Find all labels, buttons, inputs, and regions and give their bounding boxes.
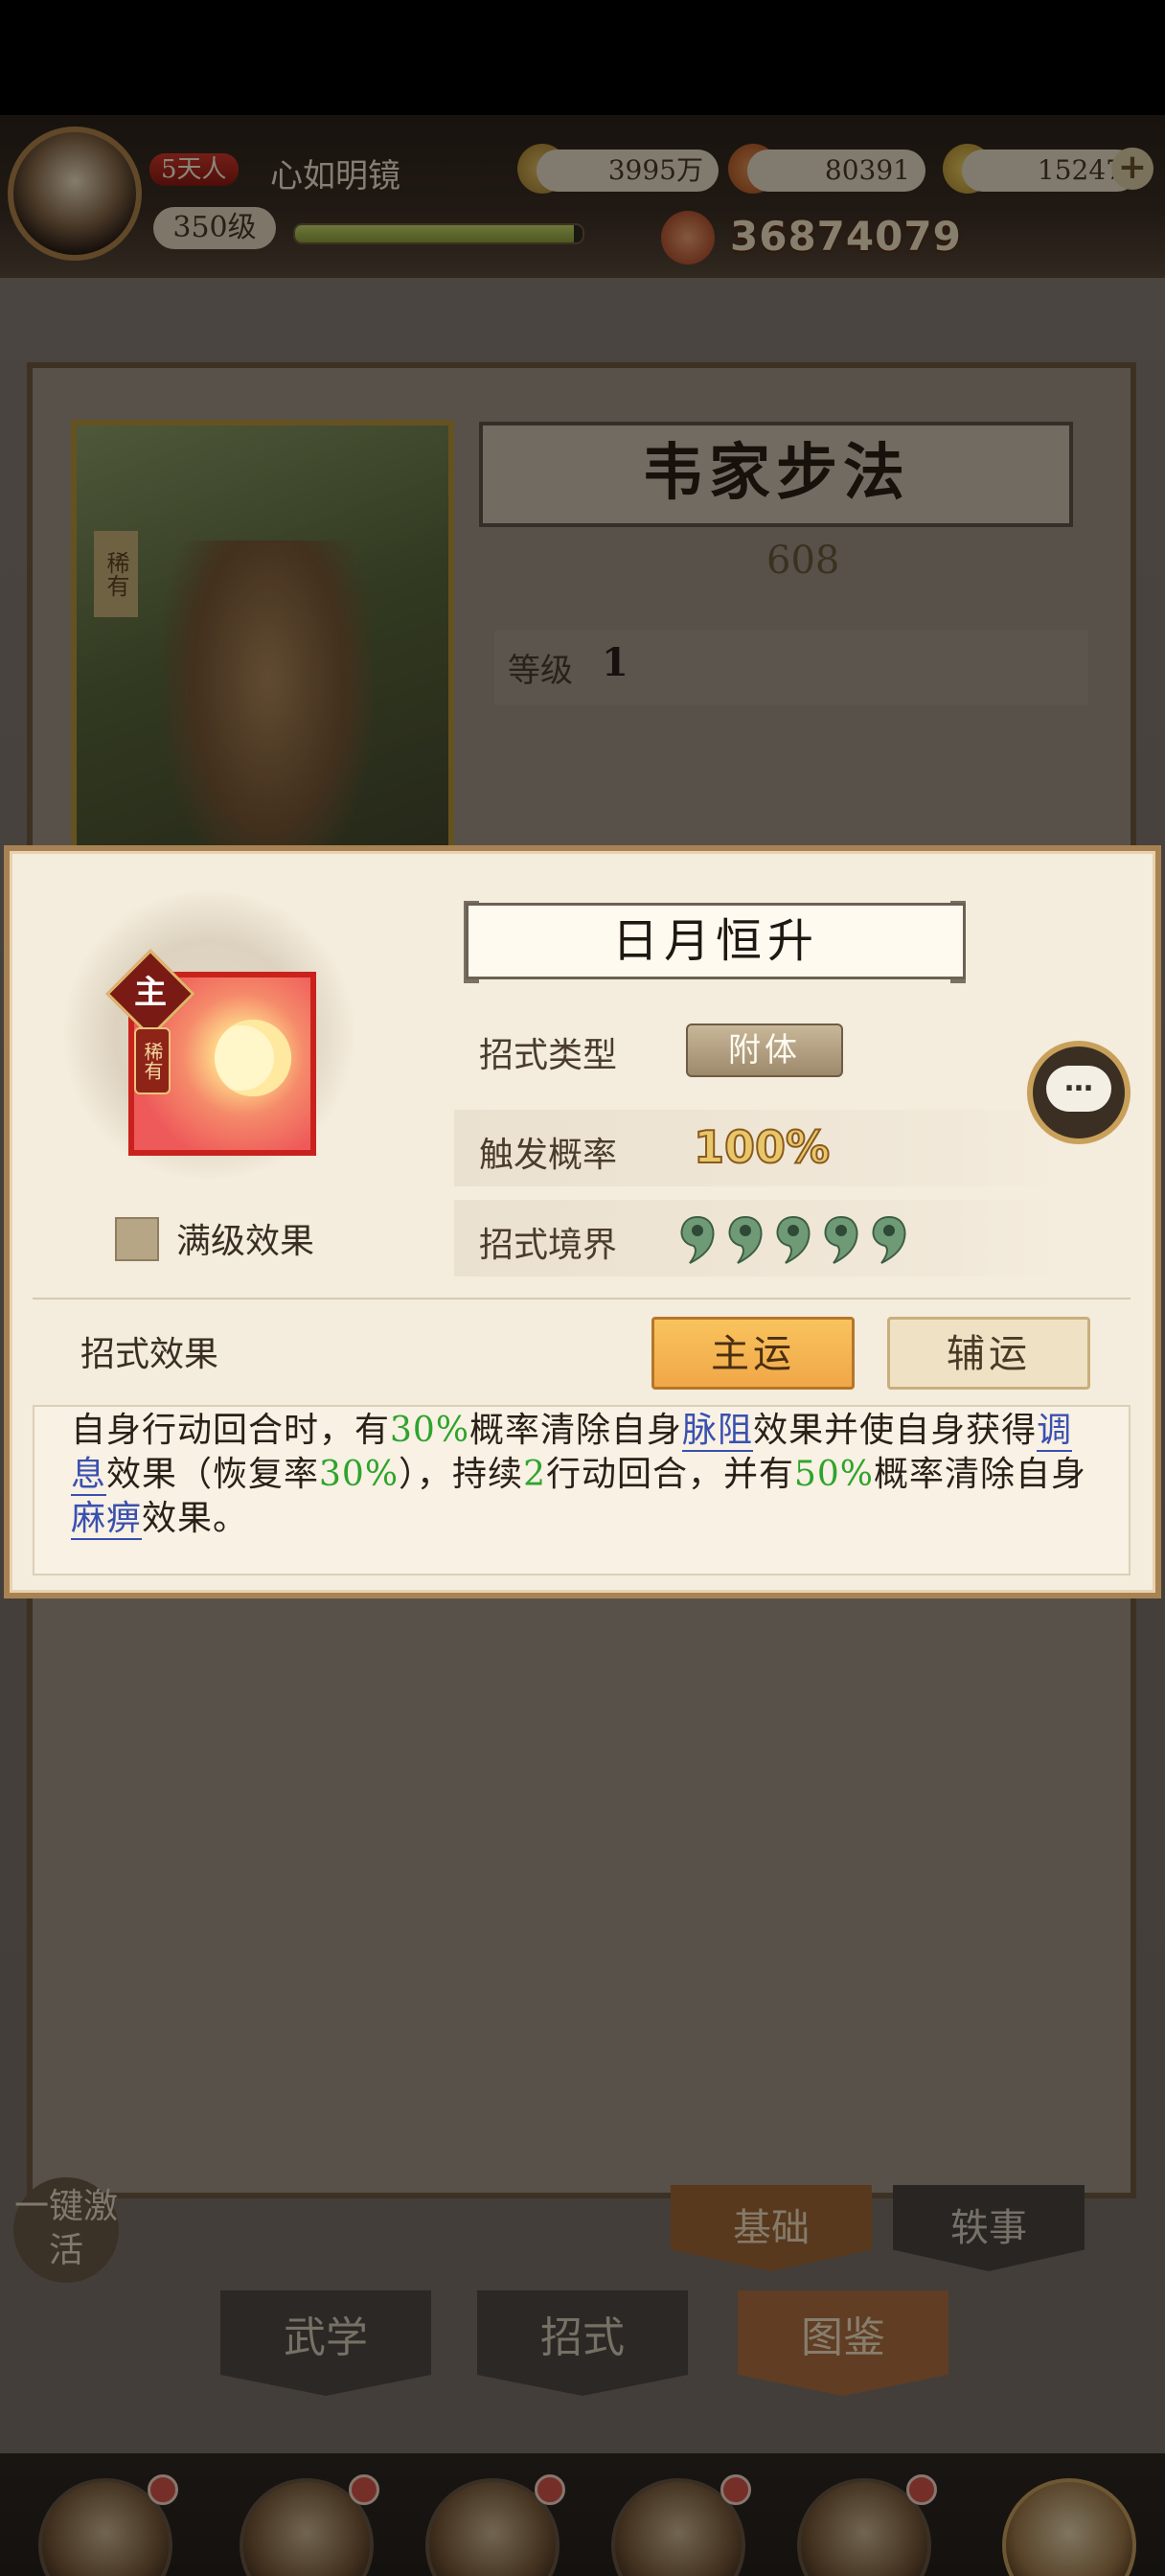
desc-text: 效果。 xyxy=(142,1499,249,1538)
tab-aux-run[interactable]: 辅运 xyxy=(887,1317,1090,1390)
desc-text: 行动回合，并有 xyxy=(545,1455,794,1494)
moon-icon xyxy=(215,1020,291,1096)
max-level-effect-checkbox[interactable] xyxy=(115,1217,159,1261)
effect-description: 自身行动回合时，有30%概率清除自身脉阻效果并使自身获得调息效果（恢复率30%）… xyxy=(71,1409,1106,1541)
trigger-value: 100% xyxy=(693,1120,831,1174)
skill-name: 日月恒升 xyxy=(466,903,966,979)
keyword-link[interactable]: 麻痹 xyxy=(71,1499,143,1540)
tab-main-run[interactable]: 主运 xyxy=(651,1317,855,1390)
divider xyxy=(33,1298,1131,1300)
realm-drop-icon xyxy=(822,1215,860,1265)
type-label: 招式类型 xyxy=(479,1036,618,1075)
desc-text: 概率清除自身 xyxy=(469,1411,683,1450)
realm-drop-icon xyxy=(870,1215,908,1265)
desc-text: 概率清除自身 xyxy=(874,1455,1087,1494)
desc-value: 30% xyxy=(390,1411,470,1450)
chat-icon[interactable]: … xyxy=(1046,1066,1111,1112)
desc-text: 效果（恢复率 xyxy=(106,1455,320,1494)
realm-label: 招式境界 xyxy=(479,1226,618,1265)
rarity-tag: 稀有 xyxy=(134,1027,171,1094)
realm-drop-icon xyxy=(678,1215,717,1265)
desc-value: 50% xyxy=(793,1455,874,1494)
effect-heading: 招式效果 xyxy=(80,1335,219,1374)
main-badge-label: 主 xyxy=(134,974,167,1012)
keyword-link[interactable]: 脉阻 xyxy=(682,1411,754,1452)
desc-value: 2 xyxy=(523,1455,546,1494)
desc-value: 30% xyxy=(319,1455,400,1494)
realm-drop-icon xyxy=(774,1215,812,1265)
desc-text: 效果并使自身获得 xyxy=(753,1411,1038,1450)
desc-text: 自身行动回合时，有 xyxy=(71,1411,391,1450)
trigger-label: 触发概率 xyxy=(479,1136,618,1175)
type-badge: 附体 xyxy=(686,1024,843,1077)
max-level-effect-label[interactable]: 满级效果 xyxy=(176,1213,314,1263)
realm-drop-icon xyxy=(726,1215,765,1265)
desc-text: ），持续 xyxy=(399,1455,524,1494)
